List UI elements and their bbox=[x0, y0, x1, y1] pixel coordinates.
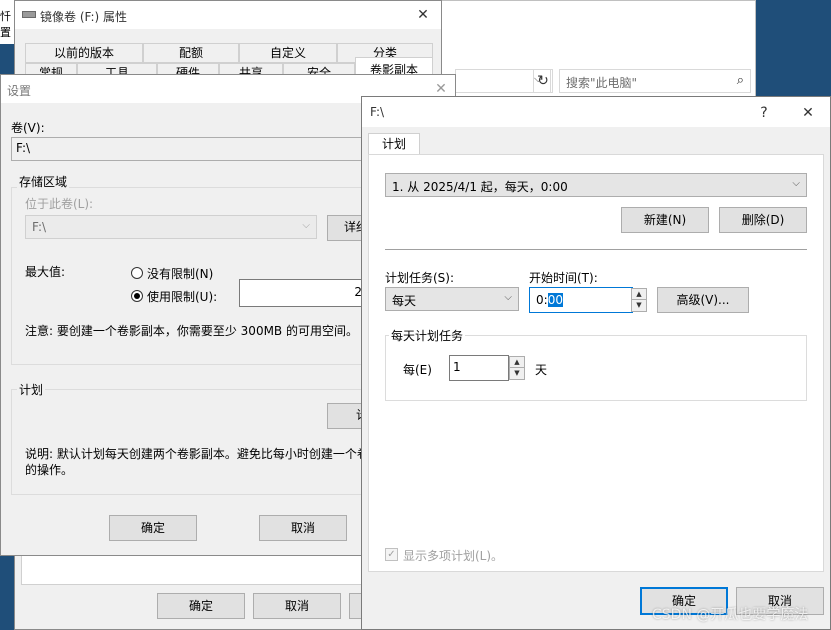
drive-icon bbox=[22, 11, 36, 18]
chevron-down-icon: ⌵ bbox=[504, 292, 512, 303]
volume-label: 卷(V): bbox=[11, 121, 45, 135]
desktop-char-2: 置 bbox=[0, 26, 11, 39]
tab-quota[interactable]: 配额 bbox=[143, 43, 239, 63]
spin-up-icon[interactable]: ▲ bbox=[510, 357, 524, 368]
new-button[interactable]: 新建(N) bbox=[621, 207, 709, 233]
no-limit-label: 没有限制(N) bbox=[147, 267, 214, 281]
every-value: 1 bbox=[453, 360, 461, 374]
start-time-spinner[interactable]: ▲ ▼ bbox=[631, 288, 647, 312]
every-spinner[interactable]: ▲ ▼ bbox=[509, 356, 525, 380]
close-icon[interactable]: ✕ bbox=[798, 103, 818, 123]
day-unit: 天 bbox=[535, 363, 548, 377]
start-label: 开始时间(T): bbox=[529, 271, 598, 285]
use-limit-radio[interactable] bbox=[131, 290, 143, 302]
start-hour: 0: bbox=[536, 293, 548, 307]
chevron-down-icon: ⌵ bbox=[792, 178, 800, 189]
spin-down-icon[interactable]: ▼ bbox=[510, 368, 524, 379]
properties-cancel-button[interactable]: 取消 bbox=[253, 593, 341, 619]
spin-down-icon[interactable]: ▼ bbox=[632, 300, 646, 311]
desktop-char-1: 忏 bbox=[0, 10, 11, 23]
refresh-button[interactable]: ↻ bbox=[533, 69, 553, 93]
storage-group-title: 存储区域 bbox=[17, 173, 70, 190]
settings-ok-button[interactable]: 确定 bbox=[109, 515, 197, 541]
limit-input[interactable]: 2 bbox=[239, 279, 367, 307]
chevron-down-icon: ⌵ bbox=[302, 220, 310, 231]
schedule-window: F:\ ? ✕ 计划 1. 从 2025/4/1 起，每天，0:00 ⌵ 新建(… bbox=[361, 96, 831, 630]
use-limit-label: 使用限制(U): bbox=[147, 290, 218, 304]
show-multi-checkbox[interactable]: ✓ bbox=[385, 548, 398, 561]
help-icon[interactable]: ? bbox=[754, 103, 774, 123]
located-label: 位于此卷(L): bbox=[25, 197, 94, 211]
no-limit-radio[interactable] bbox=[131, 267, 143, 279]
delete-button[interactable]: 删除(D) bbox=[719, 207, 807, 233]
spin-up-icon[interactable]: ▲ bbox=[632, 289, 646, 300]
schedule-list-select[interactable]: 1. 从 2025/4/1 起，每天，0:00 ⌵ bbox=[385, 173, 807, 197]
task-value: 每天 bbox=[392, 294, 417, 308]
properties-title: 镜像卷 (F:) 属性 bbox=[40, 10, 128, 24]
settings-cancel-button[interactable]: 取消 bbox=[259, 515, 347, 541]
search-input[interactable]: 搜索"此电脑" ⌕ bbox=[559, 69, 751, 93]
start-minute: 00 bbox=[547, 293, 563, 307]
show-multi-label: 显示多项计划(L)。 bbox=[403, 549, 504, 563]
properties-titlebar: 镜像卷 (F:) 属性 ✕ bbox=[15, 1, 441, 29]
desktop-left-strip: 忏 置 bbox=[0, 0, 14, 44]
divider bbox=[385, 249, 807, 250]
schedule-titlebar: F:\ ? ✕ bbox=[362, 97, 830, 127]
search-icon: ⌕ bbox=[736, 73, 744, 88]
advanced-button[interactable]: 高级(V)... bbox=[657, 287, 749, 313]
tab-customize[interactable]: 自定义 bbox=[239, 43, 337, 63]
schedule-group-title: 计划 bbox=[17, 381, 46, 398]
note-text: 注意: 要创建一个卷影副本，你需要至少 300MB 的可用空间。 bbox=[25, 324, 358, 338]
tab-schedule[interactable]: 计划 bbox=[368, 133, 420, 155]
properties-close-icon[interactable]: ✕ bbox=[413, 5, 433, 25]
task-select[interactable]: 每天 ⌵ bbox=[385, 287, 519, 311]
task-label: 计划任务(S): bbox=[385, 271, 455, 285]
properties-ok-button[interactable]: 确定 bbox=[157, 593, 245, 619]
daily-group-title: 每天计划任务 bbox=[389, 327, 466, 344]
located-value: F:\ bbox=[32, 220, 47, 234]
explorer-window: ⌵ ↻ 搜索"此电脑" ⌕ bbox=[440, 0, 756, 100]
desc-line2: 的操作。 bbox=[25, 463, 74, 477]
settings-title: 设置 bbox=[7, 84, 32, 98]
start-time-input[interactable]: 0:00 bbox=[529, 287, 633, 313]
schedule-panel: 1. 从 2025/4/1 起，每天，0:00 ⌵ 新建(N) 删除(D) 计划… bbox=[368, 154, 824, 572]
schedule-title: F:\ bbox=[370, 105, 385, 119]
watermark: CSDN @开瓜也要学魔法 bbox=[652, 607, 809, 623]
schedule-item: 1. 从 2025/4/1 起，每天，0:00 bbox=[392, 180, 568, 194]
search-placeholder: 搜索"此电脑" bbox=[566, 76, 638, 90]
every-label: 每(E) bbox=[403, 363, 432, 377]
every-input[interactable]: 1 bbox=[449, 355, 509, 381]
max-label: 最大值: bbox=[25, 265, 66, 279]
desc-line1: 说明: 默认计划每天创建两个卷影副本。避免比每小时创建一个卷影 bbox=[25, 447, 381, 461]
located-select[interactable]: F:\ ⌵ bbox=[25, 215, 317, 239]
tab-previous-versions[interactable]: 以前的版本 bbox=[25, 43, 143, 63]
refresh-icon: ↻ bbox=[537, 73, 549, 89]
